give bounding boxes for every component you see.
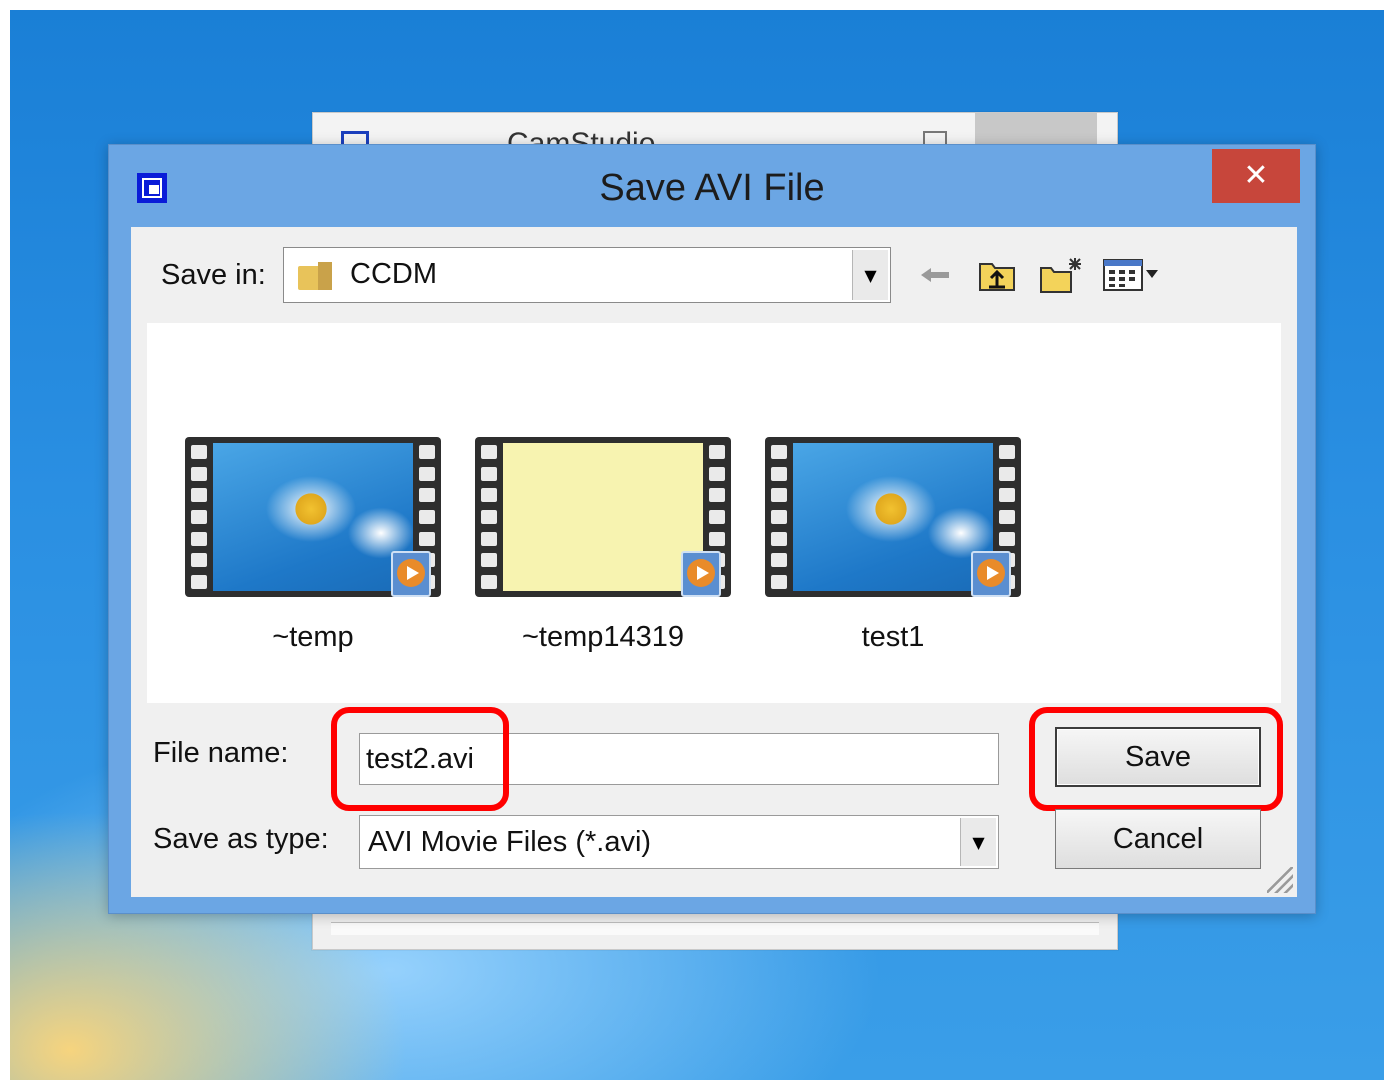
save-avi-dialog: Save AVI File ✕ Save in: CCDM ▼ ~temp ~t… bbox=[108, 144, 1316, 914]
file-item[interactable]: test1 bbox=[751, 437, 1021, 653]
file-name-label: ~temp14319 bbox=[521, 621, 685, 653]
cancel-button[interactable]: Cancel bbox=[1055, 809, 1261, 869]
dialog-title: Save AVI File bbox=[599, 167, 825, 209]
dialog-client-area: Save in: CCDM ▼ ~temp ~temp14319 test1 F… bbox=[131, 227, 1297, 897]
save-as-type-label: Save as type: bbox=[153, 823, 329, 855]
desktop-background: CamStudio Save AVI File ✕ Save in: CCDM … bbox=[10, 10, 1384, 1080]
view-menu-icon[interactable] bbox=[1101, 255, 1161, 295]
folder-icon bbox=[298, 260, 332, 290]
background-window-status-strip bbox=[331, 922, 1099, 935]
up-folder-icon[interactable] bbox=[977, 255, 1017, 295]
background-window-close-button bbox=[975, 113, 1097, 145]
media-player-icon bbox=[681, 551, 721, 597]
save-in-label: Save in: bbox=[161, 259, 266, 291]
media-player-icon bbox=[971, 551, 1011, 597]
back-arrow-icon[interactable] bbox=[917, 255, 953, 295]
file-name-label: File name: bbox=[153, 737, 289, 769]
new-folder-icon[interactable] bbox=[1039, 255, 1085, 295]
file-list-view[interactable]: ~temp ~temp14319 test1 bbox=[147, 323, 1281, 703]
resize-grip-icon[interactable] bbox=[1267, 867, 1293, 893]
file-name-label: test1 bbox=[861, 621, 925, 653]
close-button[interactable]: ✕ bbox=[1212, 149, 1300, 203]
save-as-type-combobox[interactable]: AVI Movie Files (*.avi) ▼ bbox=[359, 815, 999, 869]
file-item[interactable]: ~temp bbox=[171, 437, 441, 653]
save-in-combobox[interactable]: CCDM ▼ bbox=[283, 247, 891, 303]
file-name-label: ~temp bbox=[272, 621, 354, 653]
save-button[interactable]: Save bbox=[1055, 727, 1261, 787]
file-item[interactable]: ~temp14319 bbox=[461, 437, 731, 653]
file-name-input[interactable] bbox=[359, 733, 999, 785]
save-in-value: CCDM bbox=[350, 258, 437, 290]
media-player-icon bbox=[391, 551, 431, 597]
save-as-type-value: AVI Movie Files (*.avi) bbox=[368, 826, 652, 858]
chevron-down-icon[interactable]: ▼ bbox=[960, 818, 996, 866]
chevron-down-icon[interactable]: ▼ bbox=[852, 250, 888, 300]
